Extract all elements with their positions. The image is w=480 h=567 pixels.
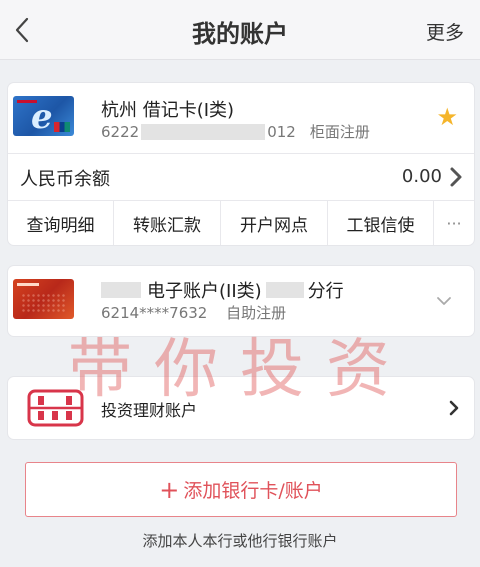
e-account-number: 6214****7632 [101, 304, 208, 322]
e-account-branch: 分行 [307, 281, 344, 302]
plus-icon: + [159, 475, 180, 504]
chevron-right-icon [450, 167, 462, 187]
transfer-button[interactable]: 转账汇款 [114, 201, 221, 245]
abacus-icon [27, 389, 84, 427]
more-button[interactable]: 更多 [426, 18, 464, 45]
balance-value: 0.00 [401, 166, 442, 187]
debit-card-panel: e 杭州 借记卡(I类) 6222 012 柜面注册 ★ 人民币余额 0.00 … [8, 83, 474, 245]
masked-branch [265, 282, 304, 298]
card-number-prefix: 6222 [101, 122, 140, 141]
e-account-type: 电子账户(II类) [147, 281, 262, 302]
investment-account-row[interactable]: 投资理财账户 [8, 377, 474, 439]
e-account-name: 电子账户(II类) 分行 [101, 277, 344, 303]
more-actions-button[interactable]: ··· [434, 201, 474, 245]
e-account-number-row: 6214****7632 自助注册 [101, 302, 286, 323]
header-bar: 我的账户 更多 [0, 0, 480, 60]
debit-card-name: 杭州 借记卡(I类) [101, 100, 235, 121]
sms-notify-button[interactable]: 工银信使 [328, 201, 434, 245]
balance-label: 人民币余额 [20, 169, 110, 190]
investment-account-label: 投资理财账户 [101, 401, 198, 420]
debit-card-image: e [13, 96, 74, 136]
page-title: 我的账户 [192, 20, 288, 48]
e-account-card-image [13, 279, 74, 319]
chevron-right-icon [449, 400, 459, 416]
debit-card-info[interactable]: e 杭州 借记卡(I类) 6222 012 柜面注册 ★ [8, 83, 474, 153]
add-bank-card-label: 添加银行卡/账户 [183, 480, 323, 502]
e-account-panel[interactable]: 电子账户(II类) 分行 6214****7632 自助注册 [8, 266, 474, 336]
balance-row[interactable]: 人民币余额 0.00 [8, 153, 474, 200]
chevron-down-icon[interactable] [436, 296, 452, 306]
card-number-suffix: 012 [267, 122, 296, 141]
branch-locator-button[interactable]: 开户网点 [221, 201, 328, 245]
masked-digits [141, 123, 266, 140]
footer-note: 添加本人本行或他行银行账户 [142, 532, 338, 550]
register-type: 柜面注册 [309, 123, 370, 141]
card-actions: 查询明细 转账汇款 开户网点 工银信使 ··· [8, 200, 474, 245]
e-account-register-type: 自助注册 [226, 304, 287, 322]
debit-card-number: 6222 012 柜面注册 [101, 121, 370, 142]
add-bank-card-button[interactable]: + 添加银行卡/账户 [25, 462, 457, 517]
masked-city [101, 282, 141, 298]
query-details-button[interactable]: 查询明细 [8, 201, 114, 245]
star-icon[interactable]: ★ [436, 105, 458, 129]
